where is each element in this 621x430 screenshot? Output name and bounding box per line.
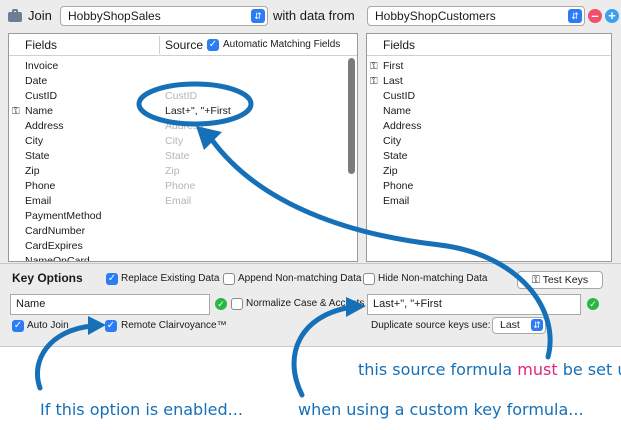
custom-key-arrow-head: [346, 297, 366, 317]
option-arrow: [34, 323, 95, 391]
formula-note-emphasis: must: [517, 360, 558, 379]
option-arrow-head: [88, 316, 106, 335]
formula-highlight-ellipse: [136, 81, 254, 127]
formula-note-post: be set up: [562, 360, 621, 379]
option-note: If this option is enabled...: [40, 400, 243, 419]
formula-note: this source formula must be set up: [358, 360, 621, 379]
custom-key-note: when using a custom key formula...: [298, 400, 584, 419]
custom-key-arrow: [291, 304, 355, 398]
formula-note-pre: this source formula: [358, 360, 518, 379]
formula-arrow: [209, 137, 553, 360]
